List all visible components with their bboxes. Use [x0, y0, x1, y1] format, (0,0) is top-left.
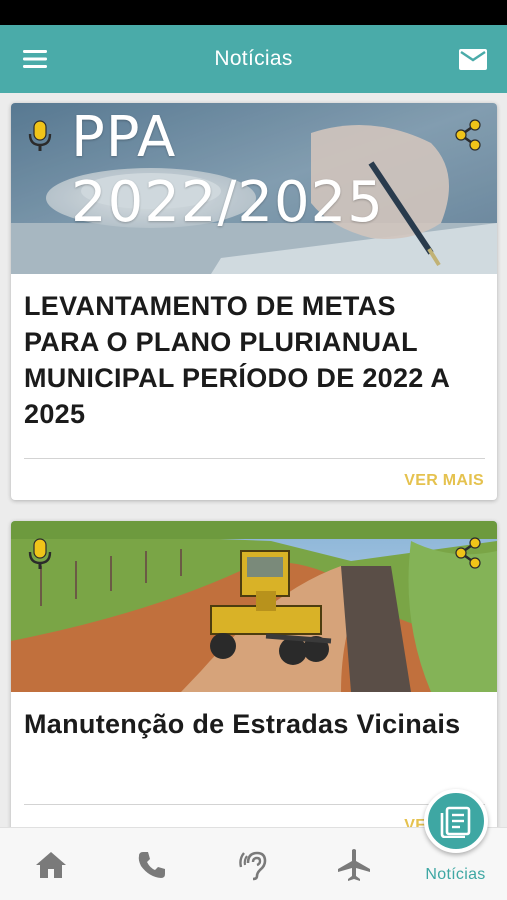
page-title: Notícias: [214, 47, 293, 70]
nav-item-phone[interactable]: [101, 828, 202, 900]
share-button[interactable]: [453, 537, 483, 569]
audio-button[interactable]: [25, 537, 55, 571]
news-card[interactable]: Manutenção de Estradas Vicinais VER MAIS: [11, 521, 497, 827]
microphone-icon: [28, 538, 52, 569]
news-image[interactable]: PPA 2022/2025: [11, 103, 497, 274]
status-bar: [0, 0, 507, 25]
hearing-icon: [238, 851, 266, 880]
home-icon: [35, 851, 66, 878]
divider: [24, 804, 485, 805]
news-image[interactable]: [11, 521, 497, 692]
menu-button[interactable]: [16, 45, 54, 73]
app-bar: Notícias: [0, 25, 507, 93]
news-title[interactable]: LEVANTAMENTO DE METAS PARA O PLANO PLURI…: [24, 288, 477, 432]
airplane-icon: [337, 848, 370, 881]
news-card[interactable]: PPA 2022/2025 LEVANTAMENTO DE METAS PARA…: [11, 103, 497, 500]
mail-button[interactable]: [453, 45, 493, 73]
nav-item-home[interactable]: [0, 828, 101, 900]
image-caption: PPA 2022/2025: [71, 105, 384, 235]
mail-icon: [459, 48, 487, 70]
news-fab-button[interactable]: [424, 789, 488, 853]
news-feed[interactable]: PPA 2022/2025 LEVANTAMENTO DE METAS PARA…: [0, 93, 507, 827]
divider: [24, 458, 485, 459]
phone-icon: [138, 851, 165, 878]
ver-mais-link[interactable]: VER MAIS: [404, 472, 484, 490]
share-icon: [455, 537, 481, 569]
share-icon: [455, 119, 481, 151]
nav-label-news[interactable]: Notícias: [404, 866, 507, 884]
share-button[interactable]: [453, 119, 483, 151]
news-icon: [440, 806, 471, 838]
news-photo: [11, 521, 497, 692]
microphone-icon: [28, 120, 52, 151]
audio-button[interactable]: [25, 119, 55, 153]
nav-item-accessibility[interactable]: [202, 828, 303, 900]
menu-icon: [23, 50, 47, 68]
news-title[interactable]: Manutenção de Estradas Vicinais: [24, 706, 477, 742]
nav-item-travel[interactable]: [303, 828, 404, 900]
